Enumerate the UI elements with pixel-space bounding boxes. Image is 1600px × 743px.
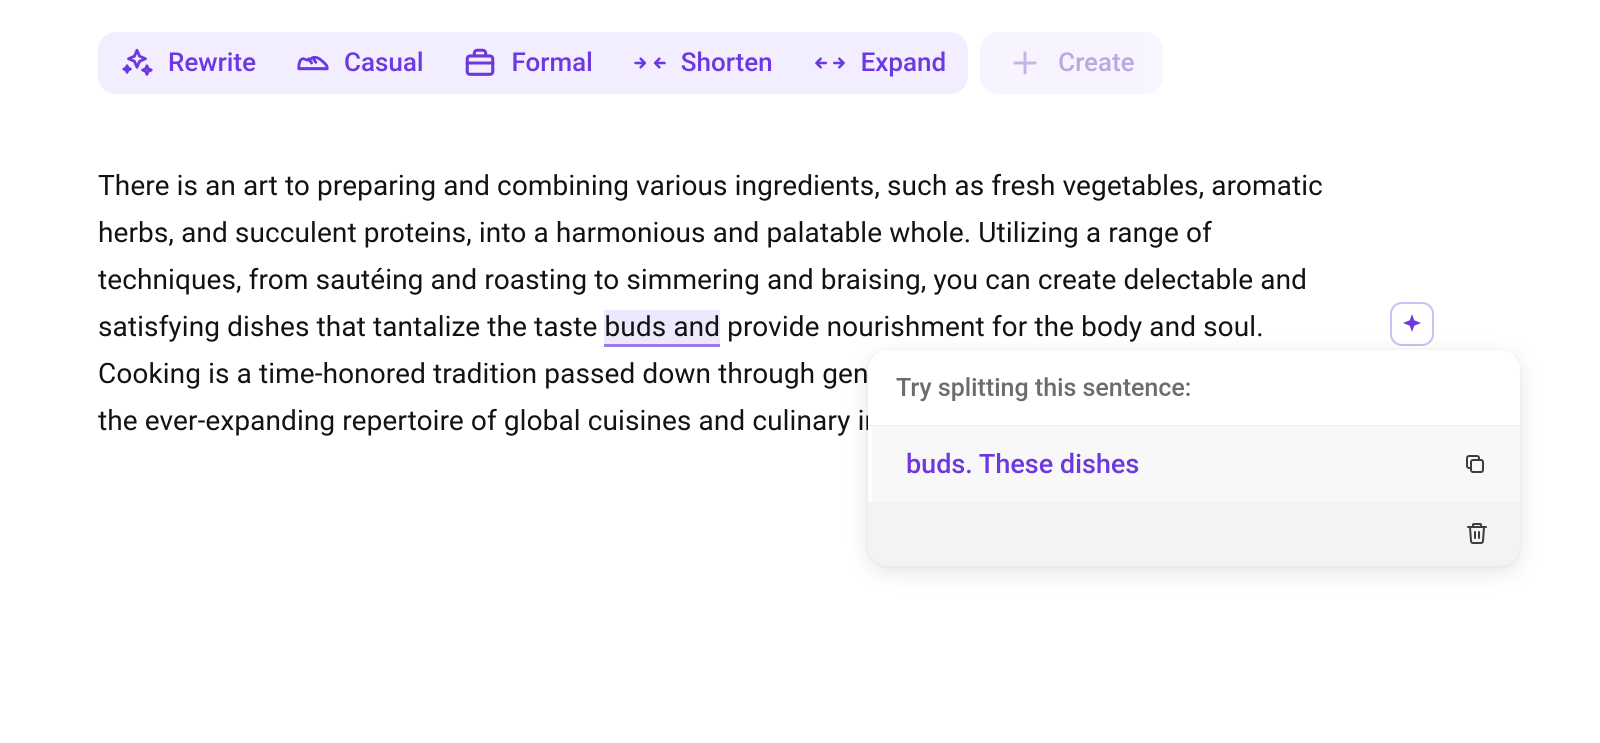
sparkle-icon xyxy=(1400,312,1424,336)
highlighted-text[interactable]: buds and xyxy=(604,310,720,347)
popup-footer xyxy=(868,502,1520,566)
ai-toolbar: Rewrite Casual Formal xyxy=(98,32,968,94)
popup-header: Try splitting this sentence: xyxy=(868,350,1520,426)
ai-suggestion-trigger[interactable] xyxy=(1390,302,1434,346)
copy-icon xyxy=(1463,452,1487,476)
expand-button[interactable]: Expand xyxy=(813,46,947,80)
shorten-label: Shorten xyxy=(681,48,773,78)
rewrite-button[interactable]: Rewrite xyxy=(120,46,256,80)
expand-label: Expand xyxy=(861,48,947,78)
suggestion-text: buds. These dishes xyxy=(906,448,1139,480)
create-button[interactable]: Create xyxy=(980,32,1162,94)
dismiss-button[interactable] xyxy=(1462,518,1492,548)
briefcase-icon xyxy=(463,46,497,80)
rewrite-label: Rewrite xyxy=(168,48,256,78)
copy-button[interactable] xyxy=(1460,449,1490,479)
casual-button[interactable]: Casual xyxy=(296,46,423,80)
plus-icon xyxy=(1008,46,1042,80)
trash-icon xyxy=(1465,521,1489,545)
sparkle-stars-icon xyxy=(120,46,154,80)
arrows-in-icon xyxy=(633,46,667,80)
shorten-button[interactable]: Shorten xyxy=(633,46,773,80)
suggestion-popup: Try splitting this sentence: buds. These… xyxy=(868,350,1520,566)
formal-label: Formal xyxy=(511,48,592,78)
suggestion-row[interactable]: buds. These dishes xyxy=(868,426,1520,502)
create-label: Create xyxy=(1058,48,1134,78)
casual-label: Casual xyxy=(344,48,423,78)
arrows-out-icon xyxy=(813,46,847,80)
sneaker-icon xyxy=(296,46,330,80)
formal-button[interactable]: Formal xyxy=(463,46,592,80)
